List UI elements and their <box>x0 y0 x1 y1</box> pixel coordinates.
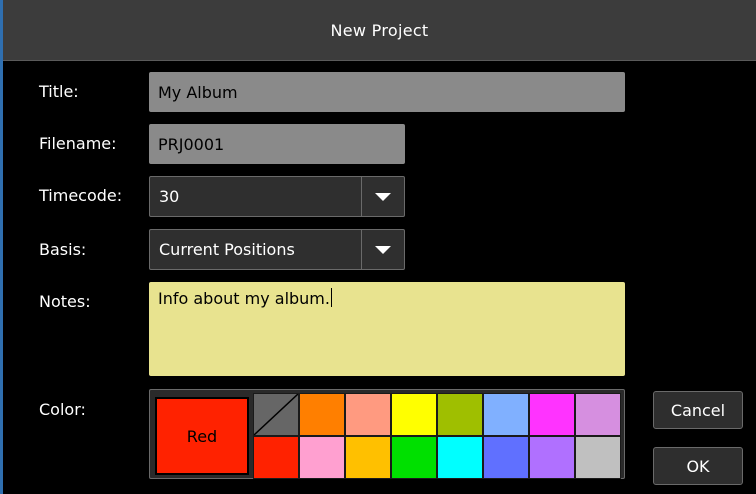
color-swatch[interactable] <box>529 393 575 436</box>
new-project-dialog: New Project Title: My Album Filename: PR… <box>0 0 756 494</box>
color-swatch[interactable] <box>391 436 437 479</box>
ok-button[interactable]: OK <box>653 447 743 485</box>
color-swatch[interactable] <box>299 436 345 479</box>
color-swatch[interactable] <box>299 393 345 436</box>
color-swatch[interactable] <box>575 393 621 436</box>
timecode-value: 30 <box>159 187 180 206</box>
color-swatch[interactable] <box>529 436 575 479</box>
cancel-button-label: Cancel <box>670 400 726 420</box>
color-palette: Red <box>149 389 625 479</box>
selected-color-label: Red <box>186 426 218 446</box>
chevron-down-icon[interactable] <box>361 177 404 216</box>
selected-color-swatch: Red <box>155 397 249 475</box>
basis-value: Current Positions <box>159 240 295 259</box>
chevron-down-icon[interactable] <box>361 230 404 269</box>
color-swatch[interactable] <box>437 393 483 436</box>
basis-dropdown[interactable]: Current Positions <box>149 229 405 270</box>
color-swatch[interactable] <box>483 436 529 479</box>
notes-label: Notes: <box>39 292 91 311</box>
color-swatch[interactable] <box>345 436 391 479</box>
timecode-label: Timecode: <box>39 186 123 205</box>
color-label: Color: <box>39 400 86 419</box>
no-color-swatch[interactable] <box>253 393 299 436</box>
cancel-button[interactable]: Cancel <box>653 391 743 429</box>
title-input-value: My Album <box>158 82 238 102</box>
color-swatch[interactable] <box>437 436 483 479</box>
ok-button-label: OK <box>686 456 710 476</box>
color-swatch[interactable] <box>483 393 529 436</box>
no-color-slash-icon <box>254 394 298 435</box>
text-caret <box>330 288 332 307</box>
filename-input-value: PRJ0001 <box>158 134 225 154</box>
color-swatch[interactable] <box>345 393 391 436</box>
color-swatch[interactable] <box>253 436 299 479</box>
title-input[interactable]: My Album <box>149 72 625 112</box>
notes-text: Info about my album. <box>158 289 330 308</box>
notes-textarea[interactable]: Info about my album. <box>149 282 625 376</box>
filename-label: Filename: <box>39 134 117 153</box>
title-label: Title: <box>39 82 79 101</box>
basis-label: Basis: <box>39 240 87 259</box>
dialog-titlebar: New Project <box>3 0 756 61</box>
filename-input[interactable]: PRJ0001 <box>149 124 405 164</box>
color-swatch[interactable] <box>575 436 621 479</box>
dialog-title: New Project <box>330 20 429 40</box>
timecode-dropdown[interactable]: 30 <box>149 176 405 217</box>
color-swatch[interactable] <box>391 393 437 436</box>
